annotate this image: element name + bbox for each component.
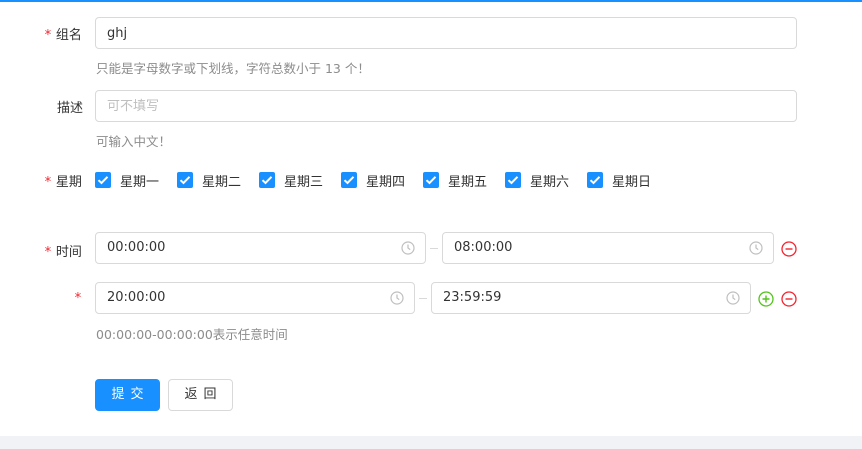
range-separator	[430, 248, 438, 249]
weekday-label: * 星期	[44, 175, 82, 190]
description-input[interactable]	[95, 90, 797, 122]
checkbox-checked-icon	[95, 172, 111, 188]
clock-icon	[726, 291, 740, 305]
group-name-label: * 组名	[44, 28, 82, 43]
group-name-input[interactable]	[95, 17, 797, 49]
time-end-picker[interactable]: 23:59:59	[431, 282, 751, 314]
checkbox-checked-icon	[505, 172, 521, 188]
range-separator	[419, 298, 427, 299]
time-start-value: 00:00:00	[107, 240, 166, 255]
description-label: 描述	[57, 101, 84, 116]
clock-icon	[749, 241, 763, 255]
time-label: * 时间	[44, 245, 82, 260]
remove-time-range-icon[interactable]	[781, 241, 797, 257]
required-mark: *	[44, 175, 52, 190]
weekday-label-text: 星期六	[530, 174, 570, 190]
remove-time-range-icon[interactable]	[781, 291, 797, 307]
time-end-value: 23:59:59	[443, 290, 502, 305]
weekday-checkbox-thu[interactable]: 星期四	[341, 171, 406, 190]
submit-button[interactable]: 提交	[95, 379, 160, 411]
weekday-label-text: 星期日	[612, 174, 652, 190]
time-hint: 00:00:00-00:00:00表示任意时间	[96, 327, 288, 342]
add-time-range-icon[interactable]	[758, 291, 774, 307]
checkbox-checked-icon	[177, 172, 193, 188]
clock-icon	[390, 291, 404, 305]
footer-band	[0, 436, 862, 449]
time-end-picker[interactable]: 08:00:00	[442, 232, 774, 264]
back-button[interactable]: 返回	[168, 379, 233, 411]
description-hint: 可输入中文！	[96, 134, 172, 149]
time-start-picker[interactable]: 00:00:00	[95, 232, 426, 264]
weekday-checkbox-mon[interactable]: 星期一	[95, 171, 160, 190]
top-accent-bar	[0, 0, 862, 2]
weekday-label-text: 星期四	[366, 174, 406, 190]
checkbox-checked-icon	[423, 172, 439, 188]
required-mark: *	[44, 245, 52, 260]
weekday-label-text: 星期五	[448, 174, 488, 190]
weekday-checkbox-wed[interactable]: 星期三	[259, 171, 324, 190]
weekday-checkbox-fri[interactable]: 星期五	[423, 171, 488, 190]
weekday-checkbox-sun[interactable]: 星期日	[587, 171, 652, 190]
weekday-checkbox-tue[interactable]: 星期二	[177, 171, 242, 190]
time-start-value: 20:00:00	[107, 290, 166, 305]
weekday-label-text: 星期三	[284, 174, 324, 190]
time-end-value: 08:00:00	[454, 240, 513, 255]
checkbox-checked-icon	[587, 172, 603, 188]
group-name-hint: 只能是字母数字或下划线，字符总数小于 13 个！	[96, 61, 370, 76]
clock-icon	[401, 241, 415, 255]
checkbox-checked-icon	[259, 172, 275, 188]
time-start-picker[interactable]: 20:00:00	[95, 282, 415, 314]
checkbox-checked-icon	[341, 172, 357, 188]
time-row2-required-mark: *	[74, 291, 82, 306]
weekday-label-text: 星期一	[120, 174, 160, 190]
weekday-label-text: 星期二	[202, 174, 242, 190]
required-mark: *	[44, 28, 52, 43]
weekday-checkbox-sat[interactable]: 星期六	[505, 171, 570, 190]
